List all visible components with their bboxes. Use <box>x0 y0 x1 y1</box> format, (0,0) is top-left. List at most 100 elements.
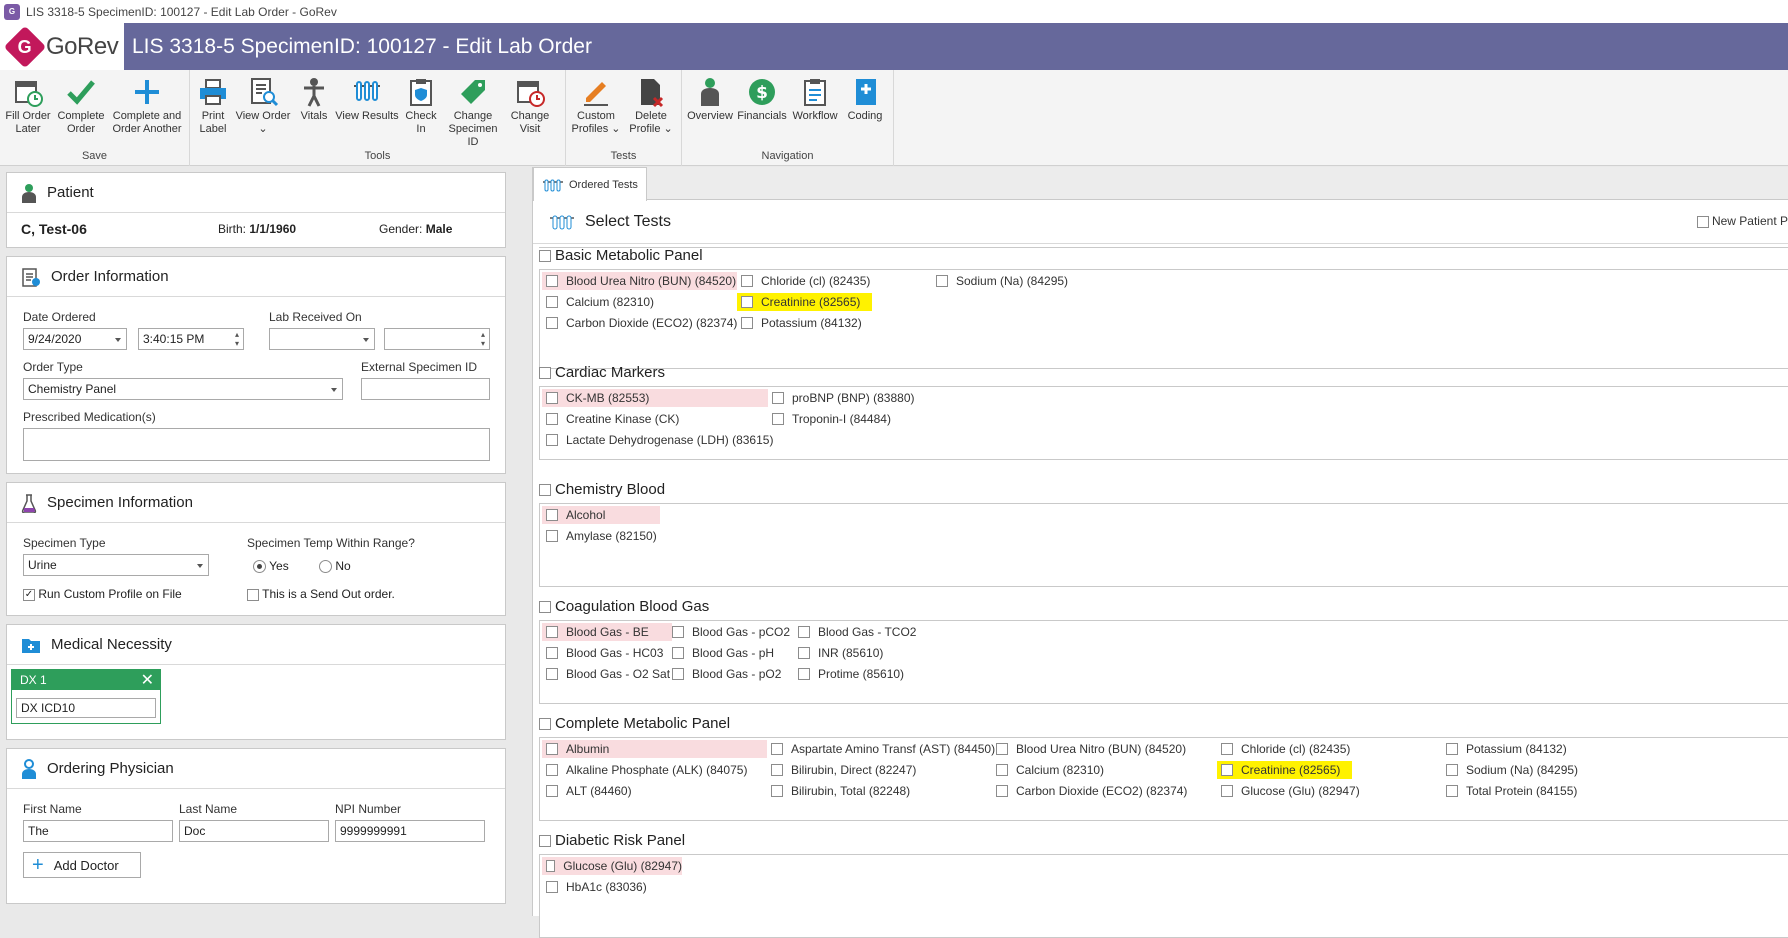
test-checkbox-item[interactable]: Carbon Dioxide (ECO2) (82374) <box>542 314 737 332</box>
section-checkbox[interactable] <box>539 600 551 613</box>
new-patient-checkbox[interactable]: New Patient P <box>1696 214 1788 228</box>
test-checkbox-item[interactable]: Potassium (84132) <box>1442 740 1567 758</box>
test-checkbox-item[interactable]: Calcium (82310) <box>992 761 1104 779</box>
test-checkbox[interactable] <box>546 434 558 446</box>
order-type-select[interactable]: Chemistry Panel <box>23 378 343 400</box>
test-checkbox[interactable] <box>672 668 684 680</box>
test-checkbox[interactable] <box>672 626 684 638</box>
test-checkbox[interactable] <box>771 764 783 776</box>
test-checkbox-item[interactable]: Protime (85610) <box>794 665 904 683</box>
test-checkbox-item[interactable]: Chloride (cl) (82435) <box>1217 740 1350 758</box>
test-checkbox[interactable] <box>1446 743 1458 755</box>
test-checkbox-item[interactable]: Blood Urea Nitro (BUN) (84520) <box>542 272 737 290</box>
specimen-type-select[interactable]: Urine <box>23 554 209 576</box>
test-checkbox-item[interactable]: HbA1c (83036) <box>542 878 647 896</box>
test-checkbox-item[interactable]: Alkaline Phosphate (ALK) (84075) <box>542 761 747 779</box>
test-checkbox[interactable] <box>1221 764 1233 776</box>
test-checkbox[interactable] <box>546 392 558 404</box>
vitals-button[interactable]: Vitals <box>296 76 332 123</box>
test-checkbox-item[interactable]: Calcium (82310) <box>542 293 654 311</box>
time-ordered-spinner[interactable]: 3:40:15 PM <box>138 328 244 350</box>
print-label-button[interactable]: Print Label <box>194 76 232 136</box>
test-checkbox[interactable] <box>771 785 783 797</box>
test-checkbox[interactable] <box>741 317 753 329</box>
section-checkbox[interactable] <box>539 483 551 496</box>
test-checkbox-item[interactable]: Creatinine (82565) <box>1217 761 1352 779</box>
view-order-button[interactable]: View Order ⌄ <box>234 76 292 136</box>
run-custom-profile-checkbox[interactable]: ✓ Run Custom Profile on File <box>23 587 182 601</box>
first-name-input[interactable]: The <box>23 820 173 842</box>
test-checkbox-item[interactable]: Glucose (Glu) (82947) <box>1217 782 1360 800</box>
test-checkbox[interactable] <box>546 530 558 542</box>
check-in-button[interactable]: Check In <box>402 76 440 136</box>
last-name-input[interactable]: Doc <box>179 820 329 842</box>
test-checkbox[interactable] <box>771 743 783 755</box>
section-title[interactable]: Coagulation Blood Gas <box>539 598 709 615</box>
test-checkbox[interactable] <box>798 626 810 638</box>
test-checkbox-item[interactable]: Blood Gas - TCO2 <box>794 623 916 641</box>
send-out-checkbox[interactable]: This is a Send Out order. <box>247 587 395 601</box>
tab-ordered-tests[interactable]: Ordered Tests <box>533 167 647 201</box>
prescribed-meds-input[interactable] <box>23 428 490 461</box>
close-icon[interactable]: ✕ <box>141 670 154 690</box>
section-checkbox[interactable] <box>539 249 551 262</box>
test-checkbox[interactable] <box>1221 743 1233 755</box>
section-title[interactable]: Complete Metabolic Panel <box>539 715 730 732</box>
test-checkbox-item[interactable]: Total Protein (84155) <box>1442 782 1577 800</box>
test-checkbox-item[interactable]: proBNP (BNP) (83880) <box>768 389 915 407</box>
test-checkbox-item[interactable]: Blood Gas - pH <box>668 644 774 662</box>
section-title[interactable]: Cardiac Markers <box>539 364 665 381</box>
change-visit-button[interactable]: Change Visit <box>508 76 552 136</box>
add-doctor-button[interactable]: + Add Doctor <box>23 852 141 878</box>
test-checkbox-item[interactable]: Aspartate Amino Transf (AST) (84450) <box>767 740 995 758</box>
test-checkbox-item[interactable]: Sodium (Na) (84295) <box>1442 761 1578 779</box>
test-checkbox-item[interactable]: Blood Gas - O2 Sat <box>542 665 670 683</box>
test-checkbox-item[interactable]: Blood Gas - BE <box>542 623 672 641</box>
test-checkbox[interactable] <box>546 743 558 755</box>
financials-button[interactable]: $ Financials <box>736 76 788 123</box>
test-checkbox-item[interactable]: Blood Urea Nitro (BUN) (84520) <box>992 740 1186 758</box>
fill-order-later-button[interactable]: Fill Order Later <box>4 76 52 136</box>
overview-button[interactable]: Overview <box>686 76 734 123</box>
test-checkbox-item[interactable]: Carbon Dioxide (ECO2) (82374) <box>992 782 1187 800</box>
test-checkbox[interactable] <box>546 413 558 425</box>
test-checkbox[interactable] <box>546 668 558 680</box>
section-checkbox[interactable] <box>539 366 551 379</box>
test-checkbox[interactable] <box>546 785 558 797</box>
test-checkbox-item[interactable]: Troponin-I (84484) <box>768 410 891 428</box>
test-checkbox[interactable] <box>741 296 753 308</box>
test-checkbox-item[interactable]: Chloride (cl) (82435) <box>737 272 870 290</box>
section-checkbox[interactable] <box>539 834 551 847</box>
test-checkbox[interactable] <box>996 764 1008 776</box>
gorev-logo[interactable]: G GoRev <box>0 23 124 70</box>
test-checkbox[interactable] <box>546 317 558 329</box>
test-checkbox-item[interactable]: INR (85610) <box>794 644 883 662</box>
test-checkbox-item[interactable]: Lactate Dehydrogenase (LDH) (83615) <box>542 431 773 449</box>
complete-order-button[interactable]: Complete Order <box>56 76 106 136</box>
test-checkbox[interactable] <box>1446 785 1458 797</box>
test-checkbox-item[interactable]: Bilirubin, Total (82248) <box>767 782 910 800</box>
lab-received-date-picker[interactable] <box>269 328 375 350</box>
test-checkbox-item[interactable]: Potassium (84132) <box>737 314 862 332</box>
test-checkbox[interactable] <box>798 668 810 680</box>
test-checkbox[interactable] <box>996 785 1008 797</box>
view-results-button[interactable]: View Results <box>334 76 400 123</box>
test-checkbox[interactable] <box>741 275 753 287</box>
test-checkbox[interactable] <box>546 296 558 308</box>
test-checkbox-item[interactable]: ALT (84460) <box>542 782 632 800</box>
test-checkbox[interactable] <box>546 275 558 287</box>
test-checkbox-item[interactable]: Sodium (Na) (84295) <box>932 272 1068 290</box>
test-checkbox[interactable] <box>772 413 784 425</box>
external-specimen-id-input[interactable] <box>361 378 490 400</box>
section-title[interactable]: Chemistry Blood <box>539 481 665 498</box>
test-checkbox[interactable] <box>996 743 1008 755</box>
date-ordered-picker[interactable]: 9/24/2020 <box>23 328 127 350</box>
change-specimen-id-button[interactable]: Change Specimen ID <box>442 76 504 149</box>
temp-no-radio[interactable]: No <box>319 559 351 574</box>
test-checkbox-item[interactable]: Amylase (82150) <box>542 527 657 545</box>
test-checkbox-item[interactable]: Glucose (Glu) (82947) <box>542 857 682 875</box>
custom-profiles-button[interactable]: Custom Profiles ⌄ <box>570 76 622 136</box>
test-checkbox[interactable] <box>546 509 558 521</box>
test-checkbox-item[interactable]: Creatinine (82565) <box>737 293 872 311</box>
test-checkbox[interactable] <box>546 647 558 659</box>
